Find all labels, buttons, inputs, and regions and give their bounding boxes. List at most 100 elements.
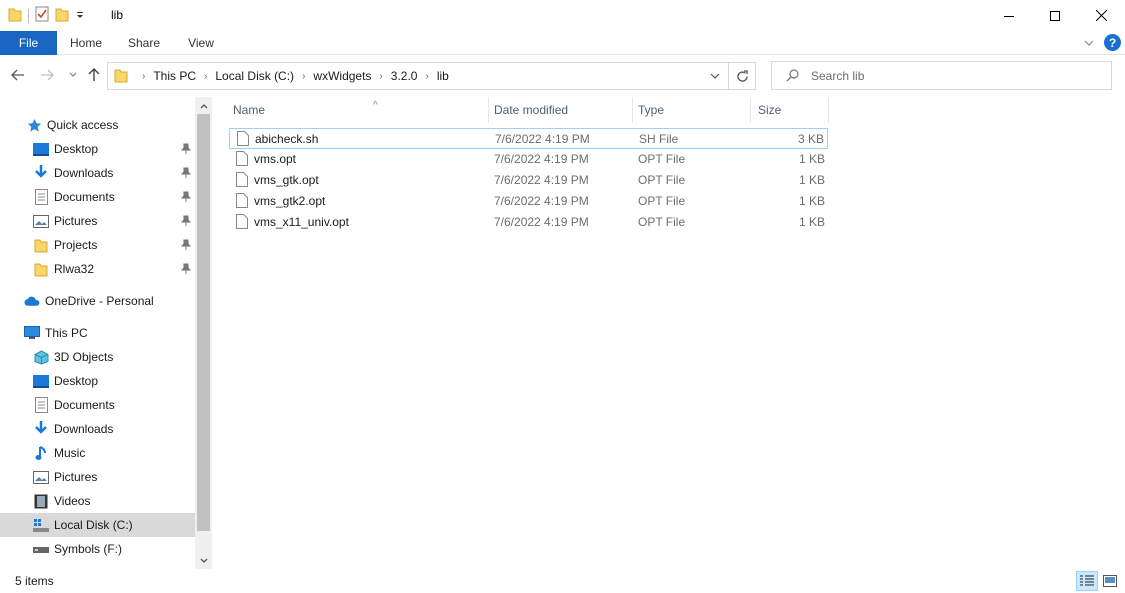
- help-icon[interactable]: ?: [1104, 34, 1121, 51]
- pin-icon[interactable]: [180, 191, 192, 206]
- sidebar-item-label: Local Disk (C:): [54, 518, 133, 532]
- item-count: 5 items: [15, 574, 54, 588]
- search-placeholder: Search lib: [811, 69, 865, 83]
- chevron-right-icon[interactable]: ›: [425, 71, 428, 82]
- new-folder-icon[interactable]: [55, 6, 69, 25]
- chevron-down-icon: [69, 72, 77, 77]
- sidebar-item-pc-documents[interactable]: Documents: [0, 393, 195, 417]
- up-button[interactable]: [86, 67, 102, 83]
- chevron-right-icon[interactable]: ›: [204, 71, 207, 82]
- sidebar-item-label: Downloads: [54, 422, 114, 436]
- tab-home[interactable]: Home: [62, 31, 110, 55]
- file-type: SH File: [639, 132, 679, 146]
- document-icon: [33, 189, 49, 205]
- tab-share[interactable]: Share: [120, 31, 168, 55]
- crumb-wxwidgets[interactable]: wxWidgets: [313, 69, 371, 83]
- breadcrumb: › This PC › Local Disk (C:) › wxWidgets …: [114, 63, 449, 89]
- pin-icon[interactable]: [180, 263, 192, 278]
- customize-toolbar-icon[interactable]: [75, 9, 85, 23]
- computer-icon: [24, 325, 40, 341]
- column-header-type[interactable]: Type: [638, 97, 750, 123]
- chevron-right-icon[interactable]: ›: [379, 71, 382, 82]
- scroll-up-icon[interactable]: [195, 97, 212, 114]
- maximize-button[interactable]: [1032, 0, 1078, 31]
- sidebar-item-pictures[interactable]: Pictures: [0, 209, 195, 233]
- sidebar-item-downloads[interactable]: Downloads: [0, 161, 195, 185]
- chevron-right-icon[interactable]: ›: [142, 71, 145, 82]
- sidebar-item-label: Quick access: [47, 118, 119, 132]
- search-box[interactable]: Search lib: [771, 61, 1112, 90]
- sidebar-item-pc-downloads[interactable]: Downloads: [0, 417, 195, 441]
- tab-view[interactable]: View: [177, 31, 225, 55]
- file-row[interactable]: vms_x11_univ.opt 7/6/2022 4:19 PM OPT Fi…: [229, 212, 828, 233]
- crumb-lib[interactable]: lib: [437, 69, 449, 83]
- file-row[interactable]: abicheck.sh 7/6/2022 4:19 PM SH File 3 K…: [229, 128, 828, 149]
- sidebar-item-onedrive[interactable]: OneDrive - Personal: [0, 289, 195, 313]
- address-bar[interactable]: › This PC › Local Disk (C:) › wxWidgets …: [107, 62, 729, 90]
- scrollbar-thumb[interactable]: [197, 114, 210, 531]
- file-size: 1 KB: [798, 173, 825, 187]
- file-icon: [236, 151, 248, 169]
- sidebar-item-projects[interactable]: Projects: [0, 233, 195, 257]
- column-header-size[interactable]: Size: [758, 97, 828, 123]
- sidebar-item-3d-objects[interactable]: 3D Objects: [0, 345, 195, 369]
- file-date: 7/6/2022 4:19 PM: [494, 215, 589, 229]
- sidebar-item-label: Music: [54, 446, 86, 460]
- expand-ribbon-icon[interactable]: [1084, 36, 1094, 50]
- pin-icon[interactable]: [180, 167, 192, 182]
- large-icons-view-button[interactable]: [1099, 571, 1121, 591]
- sidebar-scrollbar[interactable]: [195, 97, 212, 569]
- sidebar-item-label: Projects: [54, 238, 98, 252]
- pin-icon[interactable]: [180, 239, 192, 254]
- file-row[interactable]: vms.opt 7/6/2022 4:19 PM OPT File 1 KB: [229, 149, 828, 170]
- address-dropdown-icon[interactable]: [710, 69, 720, 86]
- sidebar-item-videos[interactable]: Videos: [0, 489, 195, 513]
- chevron-right-icon[interactable]: ›: [302, 71, 305, 82]
- file-row[interactable]: vms_gtk.opt 7/6/2022 4:19 PM OPT File 1 …: [229, 170, 828, 191]
- sidebar-item-symbols[interactable]: Symbols (F:): [0, 537, 195, 561]
- sidebar-item-label: OneDrive - Personal: [45, 294, 154, 308]
- details-view-button[interactable]: [1076, 571, 1098, 591]
- forward-button[interactable]: [39, 67, 55, 83]
- sidebar-item-music[interactable]: Music: [0, 441, 195, 465]
- search-icon: [786, 69, 799, 85]
- cube-icon: [33, 349, 49, 365]
- column-header-date[interactable]: Date modified: [494, 97, 632, 123]
- sidebar-item-label: 3D Objects: [54, 350, 114, 364]
- column-divider[interactable]: [828, 97, 829, 123]
- refresh-button[interactable]: [729, 62, 756, 90]
- file-type: OPT File: [638, 173, 686, 187]
- pin-icon[interactable]: [180, 215, 192, 230]
- crumb-this-pc[interactable]: This PC: [153, 69, 196, 83]
- column-divider[interactable]: [632, 97, 633, 123]
- column-divider[interactable]: [750, 97, 751, 123]
- ribbon: File Home Share View ?: [0, 31, 1125, 55]
- download-icon: [33, 421, 49, 437]
- sidebar-item-label: Desktop: [54, 142, 99, 156]
- file-row[interactable]: vms_gtk2.opt 7/6/2022 4:19 PM OPT File 1…: [229, 191, 828, 212]
- file-name: abicheck.sh: [255, 132, 319, 146]
- film-icon: [33, 493, 49, 509]
- sidebar-item-quick-access[interactable]: Quick access: [0, 113, 195, 137]
- large-icons-view-icon: [1103, 575, 1117, 587]
- back-button[interactable]: [10, 67, 26, 83]
- minimize-button[interactable]: [986, 0, 1032, 31]
- folder-icon[interactable]: [8, 6, 22, 25]
- sidebar-item-rlwa32[interactable]: Rlwa32: [0, 257, 195, 281]
- pin-icon[interactable]: [180, 143, 192, 158]
- sidebar-item-this-pc[interactable]: This PC: [0, 321, 195, 345]
- recent-locations-button[interactable]: [65, 67, 81, 83]
- column-divider[interactable]: [488, 97, 489, 123]
- sidebar-item-desktop[interactable]: Desktop: [0, 137, 195, 161]
- properties-icon[interactable]: [35, 6, 49, 25]
- scroll-down-icon[interactable]: [195, 552, 212, 569]
- sidebar-item-pc-desktop[interactable]: Desktop: [0, 369, 195, 393]
- close-button[interactable]: [1078, 0, 1124, 31]
- tab-file[interactable]: File: [0, 31, 57, 55]
- crumb-local-disk[interactable]: Local Disk (C:): [215, 69, 294, 83]
- column-header-name[interactable]: ^ Name: [233, 97, 488, 123]
- crumb-version[interactable]: 3.2.0: [391, 69, 418, 83]
- sidebar-item-documents[interactable]: Documents: [0, 185, 195, 209]
- sidebar-item-local-disk[interactable]: Local Disk (C:): [0, 513, 195, 537]
- sidebar-item-pc-pictures[interactable]: Pictures: [0, 465, 195, 489]
